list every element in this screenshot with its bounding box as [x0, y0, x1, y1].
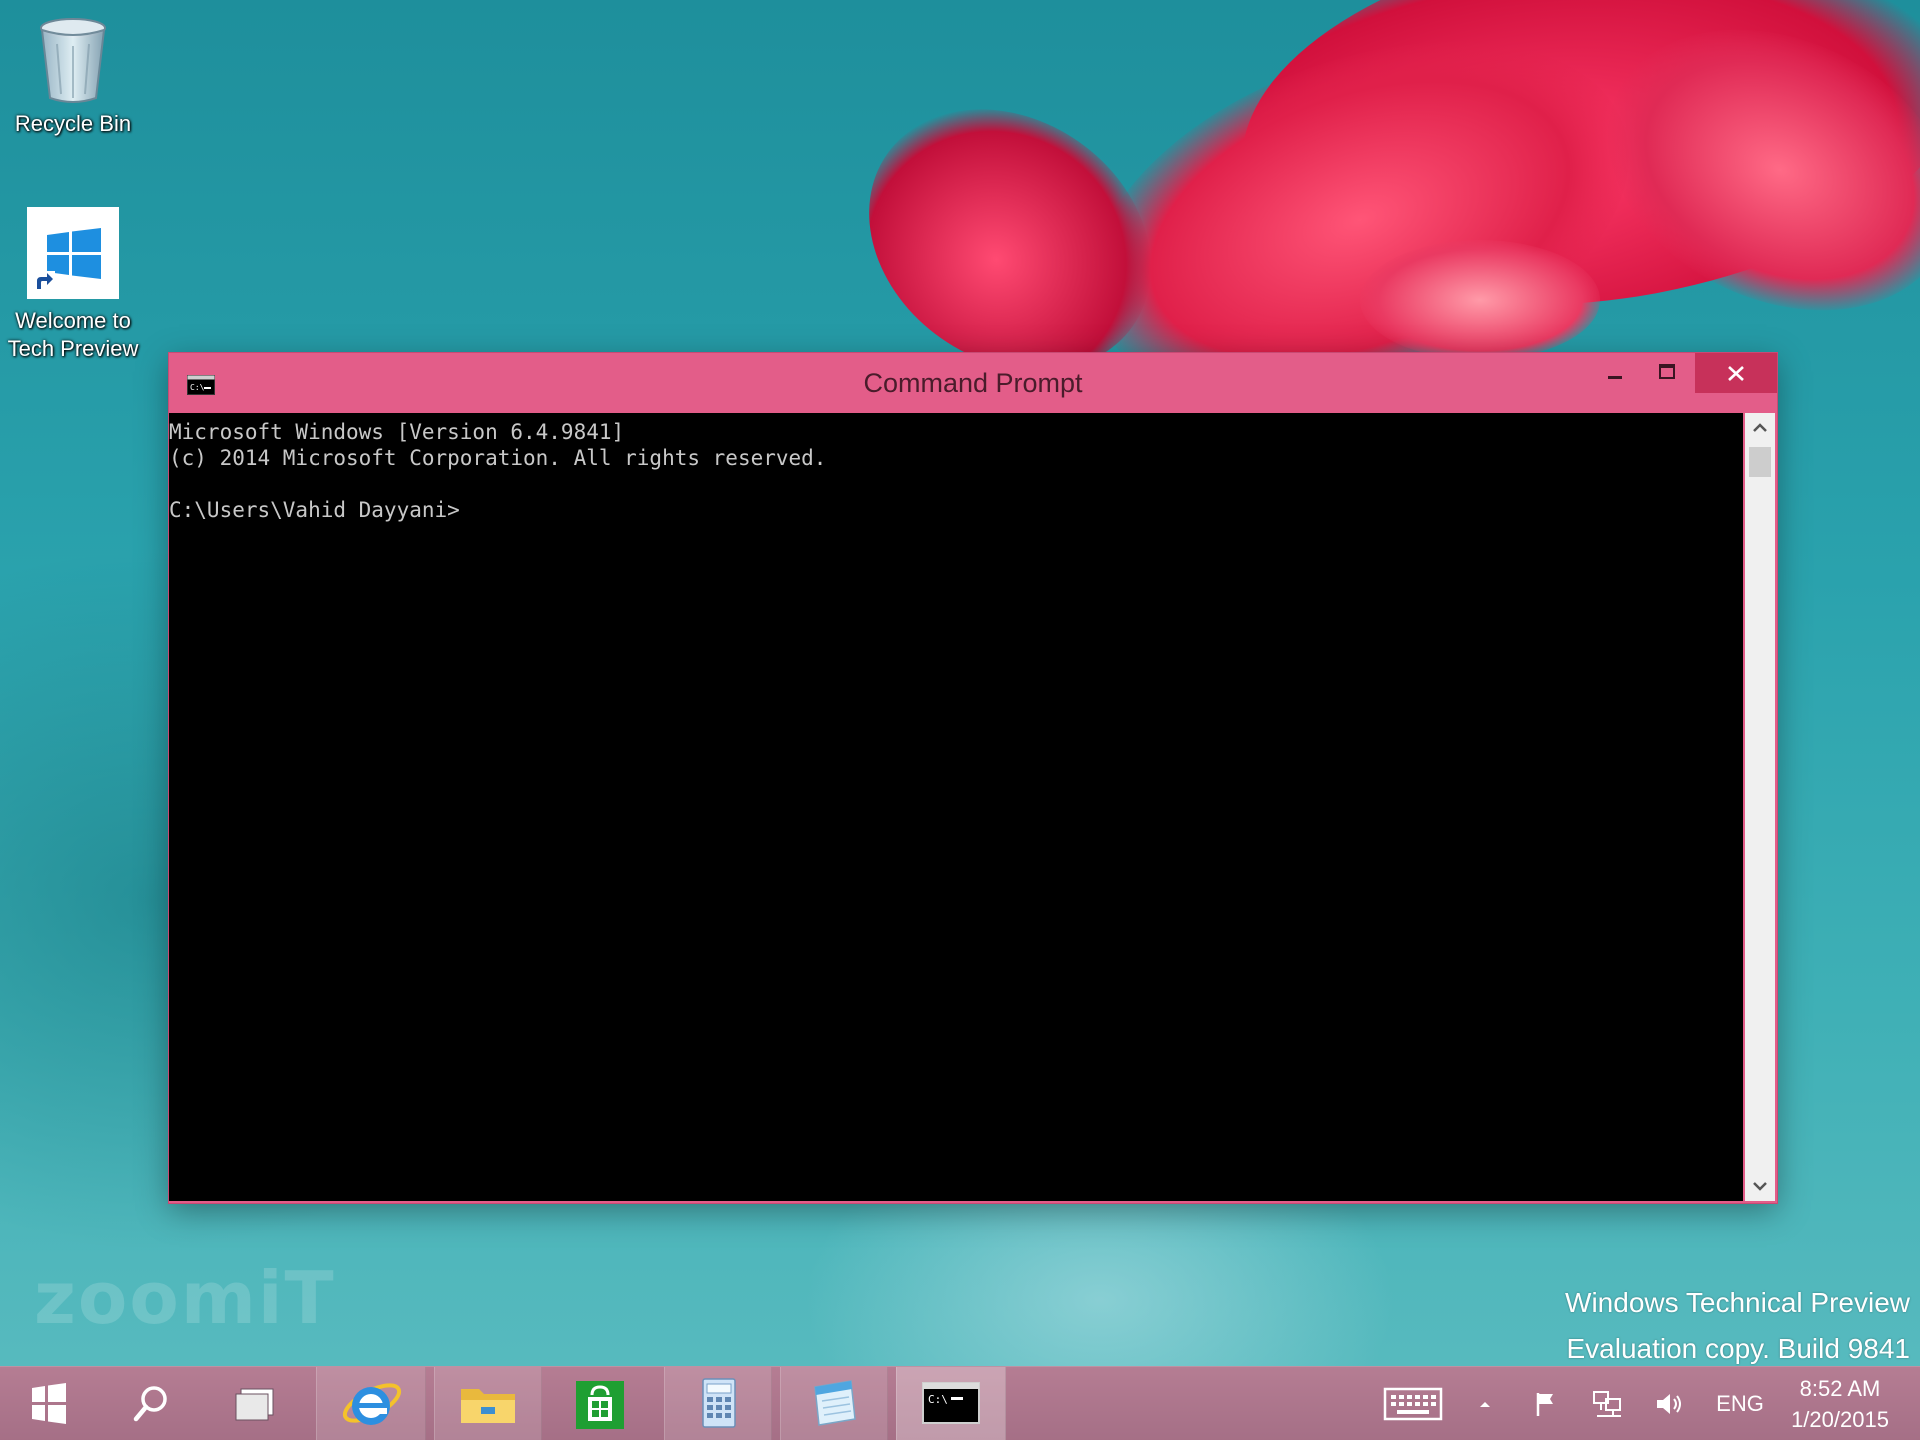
svg-text:C:\: C:\ [928, 1393, 948, 1406]
console-text: Microsoft Windows [Version 6.4.9841] (c)… [169, 419, 826, 523]
windows-logo-shortcut-icon [27, 207, 119, 299]
desktop-icon-label: Tech Preview [7, 336, 139, 361]
task-view-icon [235, 1388, 274, 1421]
evaluation-line: Windows Technical Preview [1565, 1287, 1910, 1318]
minimize-button[interactable] [1589, 353, 1641, 393]
clock-time: 8:52 AM [1799, 1376, 1881, 1401]
console-prompt: C:\Users\Vahid Dayyani> [169, 498, 460, 522]
calculator-icon [702, 1378, 736, 1428]
scroll-thumb[interactable] [1749, 447, 1771, 477]
desktop-icon-welcome-tech-preview[interactable]: Welcome to Tech Preview [0, 205, 146, 363]
network-button[interactable] [1584, 1367, 1632, 1440]
close-button[interactable] [1695, 353, 1777, 393]
maximize-button[interactable] [1641, 353, 1693, 393]
search-icon [133, 1386, 167, 1422]
minimize-icon [1608, 376, 1622, 379]
maximize-icon [1659, 364, 1675, 379]
chevron-down-icon [1753, 1182, 1767, 1191]
action-center-button[interactable] [1522, 1367, 1570, 1440]
console-output[interactable]: Microsoft Windows [Version 6.4.9841] (c)… [169, 413, 1743, 1201]
title-bar[interactable]: C:\ Command Prompt [169, 353, 1777, 411]
show-hidden-icons-button[interactable] [1468, 1367, 1502, 1440]
touch-keyboard-button[interactable] [1378, 1367, 1448, 1440]
folder-icon [461, 1389, 515, 1423]
taskbar-internet-explorer[interactable] [316, 1367, 426, 1440]
search-button[interactable] [110, 1367, 190, 1440]
console-line: (c) 2014 Microsoft Corporation. All righ… [169, 446, 827, 470]
volume-button[interactable] [1646, 1367, 1694, 1440]
speaker-icon [1657, 1394, 1681, 1414]
desktop-icon-recycle-bin[interactable]: Recycle Bin [0, 10, 146, 138]
desktop-icon-label: Welcome to [15, 308, 131, 333]
network-icon [1593, 1391, 1621, 1417]
taskbar: C:\ ENG 8:52 AM 1/20/2015 [0, 1366, 1920, 1440]
scroll-down-button[interactable] [1745, 1171, 1775, 1201]
taskbar-calculator[interactable] [664, 1367, 772, 1440]
taskbar-clock[interactable]: 8:52 AM 1/20/2015 [1778, 1373, 1902, 1435]
close-icon [1728, 366, 1744, 381]
taskbar-file-explorer[interactable] [434, 1367, 542, 1440]
recycle-bin-icon [40, 18, 106, 103]
taskbar-store[interactable] [558, 1367, 642, 1440]
chevron-up-icon [1753, 423, 1767, 432]
command-prompt-window[interactable]: C:\ Command Prompt Microsoft Windows [Ve… [169, 353, 1777, 1203]
internet-explorer-icon [342, 1383, 402, 1425]
notepad-icon [814, 1380, 856, 1426]
command-prompt-icon: C:\ [922, 1382, 980, 1424]
input-language-indicator[interactable]: ENG [1710, 1367, 1770, 1440]
evaluation-notice: Windows Technical Preview Evaluation cop… [1565, 1280, 1910, 1372]
keyboard-icon [1383, 1387, 1443, 1421]
windows-start-icon [32, 1383, 66, 1424]
task-view-button[interactable] [214, 1367, 298, 1440]
watermark: zoomiT [34, 1256, 336, 1340]
taskbar-command-prompt[interactable]: C:\ [896, 1367, 1006, 1440]
desktop: Recycle Bin Welcome to Tech Preview zoom… [0, 0, 1920, 1440]
chevron-up-icon [1480, 1402, 1490, 1407]
wallpaper-petal [1360, 240, 1600, 360]
clock-date: 1/20/2015 [1791, 1407, 1889, 1432]
taskbar-notepad[interactable] [780, 1367, 888, 1440]
console-line: Microsoft Windows [Version 6.4.9841] [169, 420, 625, 444]
flag-icon [1536, 1393, 1553, 1416]
desktop-icon-label: Recycle Bin [14, 111, 132, 136]
vertical-scrollbar[interactable] [1745, 413, 1775, 1201]
store-icon [576, 1381, 624, 1429]
scroll-up-button[interactable] [1745, 413, 1775, 443]
window-title: Command Prompt [863, 368, 1083, 398]
start-button[interactable] [10, 1367, 86, 1440]
